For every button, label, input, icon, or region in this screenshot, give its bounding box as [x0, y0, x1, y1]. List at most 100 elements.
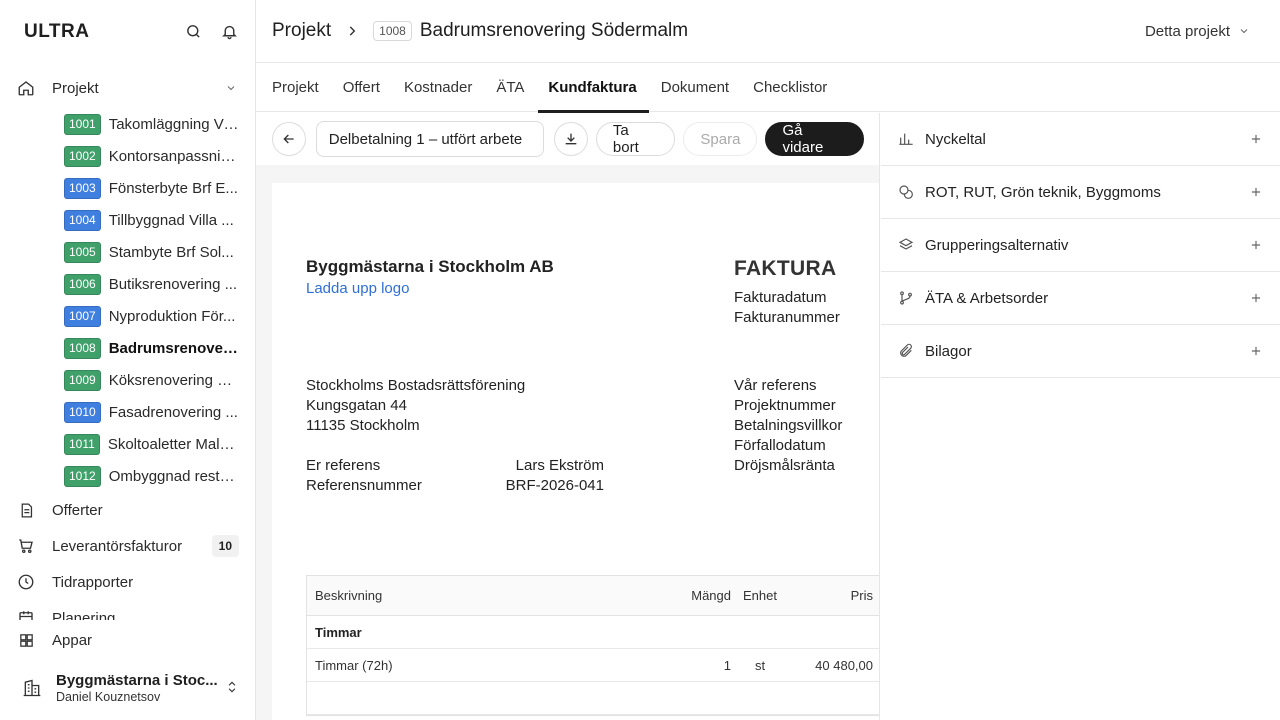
document-icon: [16, 500, 36, 520]
sidebar-project-1004[interactable]: 1004 Tillbyggnad Villa ...: [0, 204, 255, 236]
plus-icon[interactable]: [1248, 184, 1264, 200]
paperclip-icon: [897, 342, 915, 360]
panel-section-label: ROT, RUT, Grön teknik, Byggmoms: [925, 183, 1161, 201]
sidebar-project-1012[interactable]: 1012 Ombyggnad resta...: [0, 460, 255, 492]
panel-section-4[interactable]: ÄTA & Arbetsorder: [881, 272, 1280, 325]
col-price: Pris: [850, 588, 873, 603]
breadcrumb-root[interactable]: Projekt: [272, 20, 331, 42]
panel-section-label: Nyckeltal: [925, 130, 986, 148]
invoice-references: Vår referens Projektnummer Betalningsvil…: [734, 376, 842, 476]
building-icon: [20, 676, 44, 700]
sidebar-item-appar[interactable]: Appar: [8, 624, 247, 656]
panel-section-label: Bilagor: [925, 342, 972, 360]
invoice-title: FAKTURA: [734, 257, 837, 280]
download-button[interactable]: [554, 122, 588, 156]
sidebar-project-1010[interactable]: 1010 Fasadrenovering ...: [0, 396, 255, 428]
invoice-paper: Byggmästarna i Stockholm AB Ladda upp lo…: [272, 183, 879, 720]
due-date-label: Förfallodatum: [734, 437, 826, 454]
row-unit: st: [754, 657, 766, 673]
chevrons-updown-icon[interactable]: [225, 680, 239, 697]
panel-section-3[interactable]: Grupperingsalternativ: [881, 219, 1280, 272]
invoice-date-label: Fakturadatum: [734, 289, 827, 306]
tab-projekt[interactable]: Projekt: [272, 64, 331, 112]
chevron-down-icon[interactable]: [223, 80, 239, 96]
continue-button[interactable]: Gå vidare: [765, 122, 864, 156]
upload-logo-link[interactable]: Ladda upp logo: [306, 280, 409, 297]
late-interest-label: Dröjsmålsränta: [734, 457, 835, 474]
sidebar-item-projekt[interactable]: Projekt: [8, 72, 247, 104]
plus-icon[interactable]: [1248, 131, 1264, 147]
sidebar-item-planering[interactable]: Planering: [8, 602, 247, 620]
sidebar-project-1006[interactable]: 1006 Butiksrenovering ...: [0, 268, 255, 300]
sidebar-item-tidrapporter[interactable]: Tidrapporter: [8, 566, 247, 598]
col-quantity: Mängd: [691, 588, 731, 603]
project-name: Badrumsrenoveri...: [108, 339, 239, 357]
sidebar-project-1003[interactable]: 1003 Fönsterbyte Brf E...: [0, 172, 255, 204]
project-name: Nyproduktion För...: [108, 307, 236, 325]
tab-äta[interactable]: ÄTA: [496, 64, 536, 112]
reference-number-value: BRF-2026-041: [505, 477, 604, 494]
apps-icon: [16, 630, 36, 650]
tab-dokument[interactable]: Dokument: [661, 64, 741, 112]
project-number-badge: 1003: [64, 177, 101, 199]
table-group-row[interactable]: Timmar: [307, 616, 879, 649]
project-number-badge: 1001: [64, 113, 101, 135]
sidebar-item-leverantorsfakturor[interactable]: Leverantörsfakturor 10: [8, 530, 247, 562]
account-switcher[interactable]: Byggmästarna i Stoc... Daniel Kouznetsov: [0, 664, 255, 712]
project-name: Tillbyggnad Villa ...: [108, 211, 234, 229]
sidebar-project-1002[interactable]: 1002 Kontorsanpassnin...: [0, 140, 255, 172]
sidebar-bottom: Appar: [0, 624, 255, 660]
arrow-left-icon: [283, 134, 294, 144]
sidebar-project-1008[interactable]: 1008 Badrumsrenoveri...: [0, 332, 255, 364]
project-name: Fönsterbyte Brf E...: [108, 179, 238, 197]
panel-section-5[interactable]: Bilagor: [881, 325, 1280, 378]
branch-icon: [897, 289, 915, 307]
customer-city: 11135 Stockholm: [306, 417, 420, 434]
sidebar-item-offerter[interactable]: Offerter: [8, 494, 247, 526]
plus-icon[interactable]: [1248, 290, 1264, 306]
sidebar: ULTRA Projekt 1001 Takomläggning Vi... 100…: [0, 0, 256, 720]
save-button[interactable]: Spara: [683, 122, 758, 156]
our-reference-label: Vår referens: [734, 377, 817, 394]
panel-section-label: ÄTA & Arbetsorder: [925, 289, 1049, 307]
invoice-meta: Fakturadatum Fakturanummer: [734, 288, 840, 328]
group-label: Timmar: [315, 624, 362, 640]
invoice-area: Ta bort Spara Gå vidare Byggmästarna i S…: [256, 113, 880, 720]
delete-button[interactable]: Ta bort: [595, 122, 676, 156]
project-name: Köksrenovering U...: [108, 371, 239, 389]
search-icon[interactable]: [183, 22, 203, 42]
sidebar-project-1007[interactable]: 1007 Nyproduktion För...: [0, 300, 255, 332]
tab-kostnader[interactable]: Kostnader: [404, 64, 484, 112]
panel-section-2[interactable]: ROT, RUT, Grön teknik, Byggmoms: [881, 166, 1280, 219]
project-number-badge: 1004: [64, 209, 101, 231]
sidebar-project-1005[interactable]: 1005 Stambyte Brf Sol...: [0, 236, 255, 268]
panel-section-1[interactable]: Nyckeltal: [881, 113, 1280, 166]
col-unit: Enhet: [743, 588, 777, 603]
account-info: Byggmästarna i Stoc... Daniel Kouznetsov: [56, 672, 225, 704]
project-number-badge: 1007: [64, 305, 101, 327]
sidebar-project-1011[interactable]: 1011 Skoltoaletter Malmö: [0, 428, 255, 460]
table-row[interactable]: Timmar (72h) 1 st 40 480,00: [307, 649, 879, 682]
sidebar-project-1009[interactable]: 1009 Köksrenovering U...: [0, 364, 255, 396]
table-row-empty[interactable]: [307, 682, 879, 715]
invoice-toolbar: Ta bort Spara Gå vidare: [256, 113, 879, 165]
customer-name: Stockholms Bostadsrättsförening: [306, 377, 526, 394]
account-user: Daniel Kouznetsov: [56, 690, 161, 704]
tab-kundfaktura[interactable]: Kundfaktura: [538, 64, 650, 113]
back-button[interactable]: [272, 122, 306, 156]
plus-icon[interactable]: [1248, 343, 1264, 359]
brand-logo[interactable]: ULTRA: [24, 21, 167, 43]
bell-icon[interactable]: [219, 22, 239, 42]
sidebar-project-1001[interactable]: 1001 Takomläggning Vi...: [0, 108, 255, 140]
invoice-name-input[interactable]: [315, 121, 545, 157]
project-number-badge: 1008: [373, 21, 412, 41]
tab-checklistor[interactable]: Checklistor: [753, 64, 839, 112]
plus-icon[interactable]: [1248, 237, 1264, 253]
customer-street: Kungsgatan 44: [306, 397, 407, 414]
tab-offert[interactable]: Offert: [343, 64, 392, 112]
project-name: Takomläggning Vi...: [108, 115, 239, 133]
row-quantity: 1: [723, 657, 731, 673]
project-number-badge: 1008: [64, 337, 101, 359]
row-description: Timmar (72h): [315, 657, 393, 673]
scope-dropdown[interactable]: Detta projekt: [1145, 23, 1264, 40]
